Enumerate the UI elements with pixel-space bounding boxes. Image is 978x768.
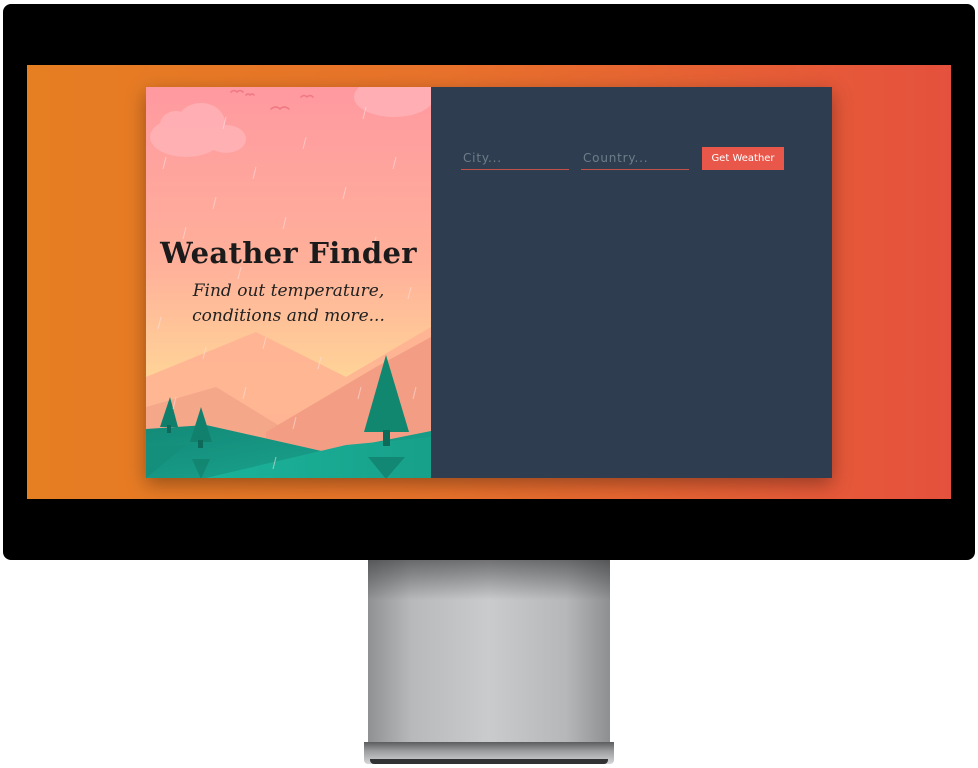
title-block: Weather Finder Find out temperature, con… bbox=[146, 233, 431, 329]
city-input[interactable] bbox=[461, 147, 569, 170]
weather-card: Weather Finder Find out temperature, con… bbox=[146, 87, 832, 478]
get-weather-button[interactable]: Get Weather bbox=[702, 147, 784, 170]
page-title: Weather Finder bbox=[160, 236, 417, 270]
monitor-stand bbox=[368, 560, 610, 748]
subtitle-line-1: Find out temperature, bbox=[192, 281, 385, 301]
monitor-frame: Weather Finder Find out temperature, con… bbox=[3, 4, 975, 560]
screen: Weather Finder Find out temperature, con… bbox=[27, 65, 951, 499]
title-panel: Weather Finder Find out temperature, con… bbox=[146, 87, 431, 478]
form-panel: Get Weather bbox=[431, 87, 832, 478]
subtitle-line-2: conditions and more... bbox=[192, 306, 385, 326]
page-subtitle: Find out temperature, conditions and mor… bbox=[146, 279, 431, 329]
monitor-stand-base bbox=[364, 742, 614, 764]
country-input[interactable] bbox=[581, 147, 689, 170]
